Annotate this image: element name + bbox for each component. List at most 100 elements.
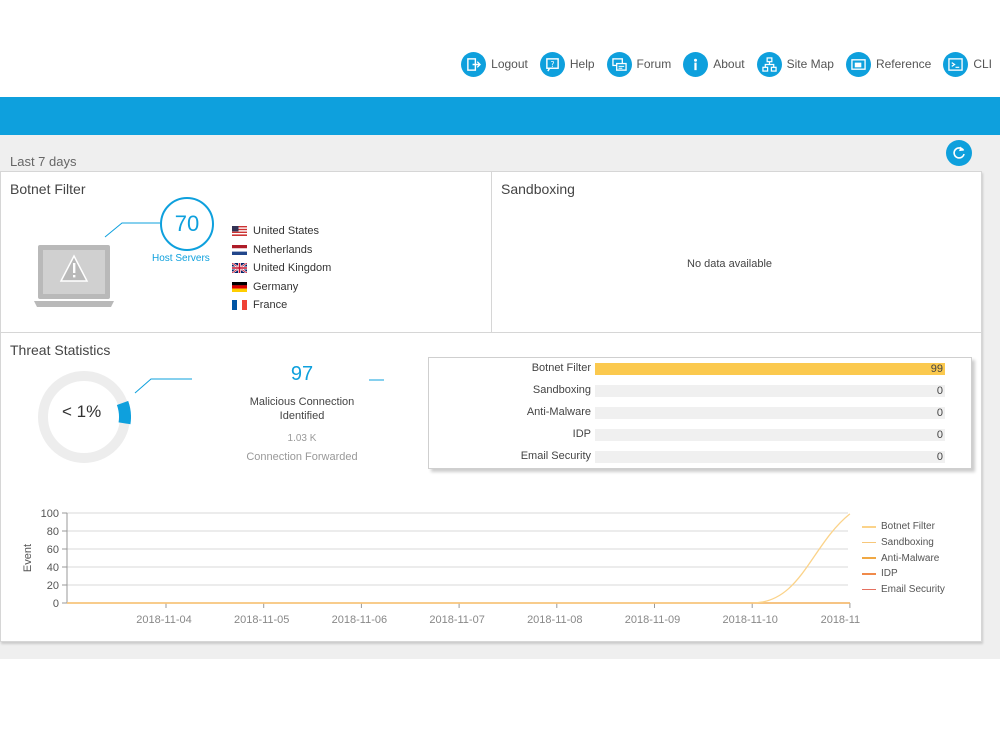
info-icon: [683, 51, 709, 77]
fr-flag-icon: [232, 300, 247, 311]
cli-link[interactable]: CLI: [943, 51, 992, 77]
country-name: Netherlands: [253, 243, 313, 256]
legend-label: Anti-Malware: [881, 552, 940, 564]
y-tick-label: 100: [41, 508, 59, 520]
panel-divider-horizontal: [0, 332, 982, 333]
stat-row: Sandboxing 0: [429, 383, 973, 399]
us-flag-icon: [232, 226, 247, 237]
y-tick-label: 0: [53, 598, 59, 610]
stat-value: 0: [936, 385, 943, 397]
legend-label: Botnet Filter: [881, 521, 935, 533]
y-tick-label: 20: [47, 580, 59, 592]
stat-track: [595, 363, 945, 375]
country-item: United States: [232, 222, 331, 241]
stat-name: Anti-Malware: [526, 406, 591, 418]
about-link[interactable]: About: [683, 51, 745, 77]
country-item: France: [232, 296, 331, 315]
reference-link[interactable]: Reference: [845, 51, 932, 77]
malicious-count: 97: [290, 363, 314, 385]
event-line-chart: 0 20 40 60 80 100 Event 2018-11-04 2018-11-05 201…: [22, 508, 860, 626]
forum-link[interactable]: Forum: [606, 51, 672, 77]
country-name: United Kingdom: [253, 262, 332, 275]
top-nav: Logout ? Help Forum About Site Map Refer…: [449, 48, 992, 80]
cli-icon: [943, 51, 969, 77]
y-tick-label: 40: [47, 562, 59, 574]
help-link[interactable]: ? Help: [539, 51, 595, 77]
forum-icon: [606, 51, 632, 77]
sitemap-link[interactable]: Site Map: [756, 51, 834, 77]
country-name: United States: [253, 225, 320, 238]
about-label: About: [713, 57, 745, 71]
legend-swatch: [862, 557, 876, 559]
refresh-icon: [953, 146, 965, 159]
legend-item[interactable]: Sandboxing: [862, 535, 945, 551]
legend-swatch: [862, 526, 876, 528]
panel-divider-vertical: [491, 171, 492, 333]
legend-swatch: [862, 541, 876, 544]
donut-percent-label: < 1%: [62, 402, 102, 421]
stat-row: Botnet Filter 99: [429, 361, 973, 377]
stat-row: Anti-Malware 0: [429, 405, 973, 421]
reference-label: Reference: [875, 57, 932, 71]
x-tick-label: 2018-11-08: [527, 614, 582, 626]
stat-value: 0: [936, 451, 943, 463]
refresh-button[interactable]: [946, 140, 972, 166]
legend-label: IDP: [881, 568, 898, 580]
stat-name: Email Security: [520, 450, 591, 462]
country-item: Germany: [232, 278, 331, 297]
x-tick-label: 2018-11-04: [136, 614, 191, 626]
legend-swatch: [862, 588, 876, 591]
stat-name: IDP: [572, 428, 591, 440]
header-bar: [0, 97, 1000, 135]
x-tick-label: 2018-11-11: [821, 614, 860, 626]
country-list: United States Netherlands United Kingdom…: [232, 222, 331, 315]
stat-track: [595, 451, 945, 463]
y-axis-label: Event: [22, 544, 34, 572]
host-connector-line: [104, 222, 160, 238]
forum-label: Forum: [636, 57, 672, 71]
stat-value: 0: [936, 407, 943, 419]
stat-track: [595, 429, 945, 441]
stat-name: Sandboxing: [532, 384, 591, 396]
y-tick-label: 80: [47, 526, 59, 538]
stat-track: [595, 407, 945, 419]
nl-flag-icon: [232, 244, 247, 255]
donut-connector-line: [134, 378, 192, 394]
x-tick-label: 2018-11-07: [429, 614, 484, 626]
help-icon: ?: [539, 51, 565, 77]
x-tick-label: 2018-11-06: [332, 614, 387, 626]
stat-name: Botnet Filter: [531, 362, 591, 374]
reference-icon: [845, 51, 871, 77]
legend-label: Sandboxing: [881, 537, 934, 549]
legend-item[interactable]: Email Security: [862, 582, 945, 598]
logout-icon: [461, 51, 487, 77]
sandboxing-title: Sandboxing: [501, 181, 575, 197]
legend-item[interactable]: IDP: [862, 566, 945, 582]
country-item: Netherlands: [232, 241, 331, 260]
help-label: Help: [569, 57, 595, 71]
x-tick-label: 2018-11-05: [234, 614, 289, 626]
chart-legend: Botnet Filter Sandboxing Anti-Malware ID…: [862, 519, 945, 597]
host-servers-count: 70: [160, 197, 214, 251]
country-name: Germany: [253, 280, 299, 293]
stat-value: 99: [930, 363, 943, 375]
svg-text:?: ?: [550, 59, 554, 68]
time-range-label: Last 7 days: [10, 154, 77, 169]
stat-fill: [595, 363, 945, 375]
legend-item[interactable]: Botnet Filter: [862, 519, 945, 535]
forwarded-count: 1.03 K: [287, 433, 317, 444]
sitemap-icon: [756, 51, 782, 77]
malicious-label: Malicious Connection Identified: [249, 396, 355, 422]
cli-label: CLI: [973, 57, 992, 71]
uk-flag-icon: [232, 263, 247, 274]
logout-link[interactable]: Logout: [461, 51, 528, 77]
threat-title: Threat Statistics: [10, 342, 111, 358]
stat-track: [595, 385, 945, 397]
legend-item[interactable]: Anti-Malware: [862, 550, 945, 566]
legend-label: Email Security: [881, 584, 945, 596]
series-line: [67, 513, 851, 604]
stat-row: Email Security 0: [429, 449, 973, 465]
laptop-warning-icon: [34, 245, 114, 307]
forwarded-label: Connection Forwarded: [246, 451, 358, 463]
de-flag-icon: [232, 281, 247, 292]
